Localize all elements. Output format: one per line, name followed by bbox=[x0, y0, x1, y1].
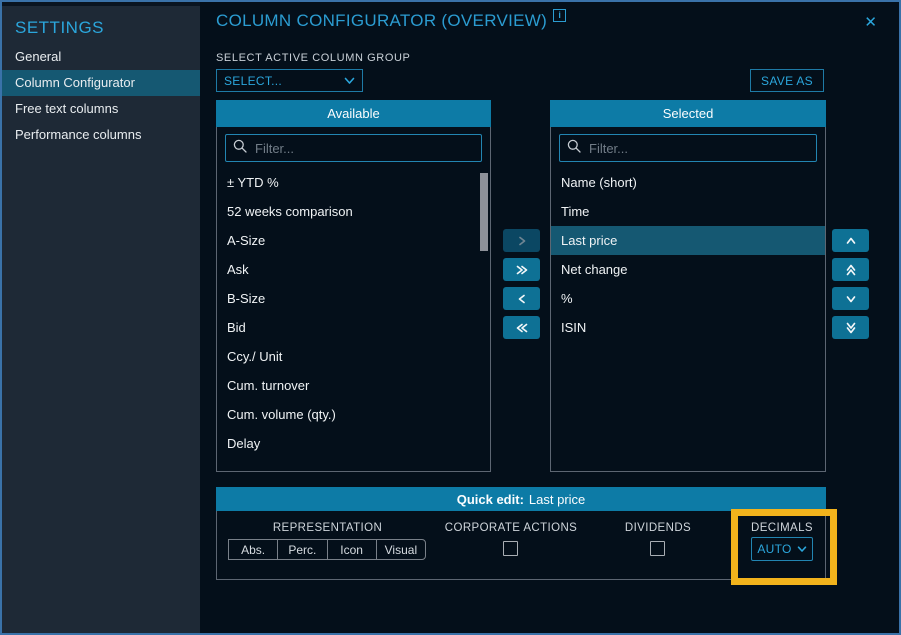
move-down-button[interactable] bbox=[832, 287, 869, 310]
double-chevron-down-icon bbox=[844, 322, 858, 334]
list-item[interactable]: ISIN bbox=[551, 313, 825, 342]
transfer-buttons bbox=[503, 229, 540, 339]
reorder-buttons bbox=[832, 229, 869, 339]
sidebar-item[interactable]: Performance columns bbox=[0, 122, 200, 148]
close-icon[interactable]: ✕ bbox=[864, 13, 877, 31]
quick-edit-body: REPRESENTATION Abs.Perc.IconVisual CORPO… bbox=[216, 511, 826, 580]
settings-dialog: SETTINGS GeneralColumn ConfiguratorFree … bbox=[0, 0, 901, 635]
dividends-label: DIVIDENDS bbox=[578, 522, 738, 534]
main-panel: COLUMN CONFIGURATOR (OVERVIEW) i ✕ SELEC… bbox=[200, 0, 901, 635]
representation-option-button[interactable]: Icon bbox=[327, 539, 377, 560]
list-item[interactable]: Net change bbox=[551, 255, 825, 284]
list-item[interactable]: B-Size bbox=[217, 284, 490, 313]
available-list: ± YTD %52 weeks comparisonA-SizeAskB-Siz… bbox=[217, 168, 490, 471]
search-icon bbox=[567, 139, 587, 158]
representation-option-button[interactable]: Abs. bbox=[228, 539, 278, 560]
chevron-left-icon bbox=[516, 293, 528, 305]
move-left-button[interactable] bbox=[503, 287, 540, 310]
dividends-checkbox[interactable] bbox=[650, 541, 665, 556]
corporate-actions-group: CORPORATE ACTIONS bbox=[431, 511, 591, 579]
info-icon[interactable]: i bbox=[553, 9, 566, 22]
list-item[interactable]: Delay bbox=[217, 429, 490, 458]
chevron-down-icon bbox=[845, 293, 857, 305]
double-chevron-left-icon bbox=[515, 322, 529, 334]
list-item[interactable]: Cum. turnover bbox=[217, 371, 490, 400]
list-item[interactable]: ± YTD % bbox=[217, 168, 490, 197]
sidebar-title: SETTINGS bbox=[15, 18, 104, 38]
scrollbar-thumb[interactable] bbox=[480, 173, 488, 251]
quick-edit-item-name: Last price bbox=[529, 492, 585, 507]
representation-label: REPRESENTATION bbox=[229, 522, 426, 534]
decimals-select[interactable]: AUTO bbox=[751, 537, 813, 561]
list-item[interactable]: Last price bbox=[551, 226, 825, 255]
selected-filter-input[interactable] bbox=[587, 140, 809, 157]
representation-group: REPRESENTATION Abs.Perc.IconVisual bbox=[229, 511, 426, 579]
decimals-group: DECIMALS AUTO bbox=[722, 511, 842, 579]
double-chevron-up-icon bbox=[844, 264, 858, 276]
active-column-group-label: SELECT ACTIVE COLUMN GROUP bbox=[216, 52, 411, 64]
chevron-down-icon bbox=[797, 540, 807, 558]
available-filter-box bbox=[225, 134, 482, 162]
move-up-button[interactable] bbox=[832, 229, 869, 252]
sidebar-item[interactable]: Column Configurator bbox=[0, 70, 200, 96]
decimals-value: AUTO bbox=[757, 542, 791, 556]
move-all-right-button[interactable] bbox=[503, 258, 540, 281]
list-item[interactable]: 52 weeks comparison bbox=[217, 197, 490, 226]
move-bottom-button[interactable] bbox=[832, 316, 869, 339]
corporate-actions-label: CORPORATE ACTIONS bbox=[431, 522, 591, 534]
chevron-down-icon bbox=[344, 72, 355, 90]
move-all-left-button[interactable] bbox=[503, 316, 540, 339]
dialog-title-row: COLUMN CONFIGURATOR (OVERVIEW) i bbox=[216, 11, 566, 31]
representation-option-button[interactable]: Perc. bbox=[277, 539, 327, 560]
list-item[interactable]: Cum. volume (qty.) bbox=[217, 400, 490, 429]
chevron-right-icon bbox=[516, 235, 528, 247]
list-item[interactable]: Ask bbox=[217, 255, 490, 284]
list-item[interactable]: Name (short) bbox=[551, 168, 825, 197]
column-group-select-value: SELECT... bbox=[224, 74, 282, 88]
sidebar-item[interactable]: Free text columns bbox=[0, 96, 200, 122]
selected-panel-header: Selected bbox=[550, 100, 826, 127]
double-chevron-right-icon bbox=[515, 264, 529, 276]
sidebar-nav: GeneralColumn ConfiguratorFree text colu… bbox=[0, 44, 200, 148]
decimals-label: DECIMALS bbox=[722, 522, 842, 534]
available-filter-input[interactable] bbox=[253, 140, 474, 157]
dividends-group: DIVIDENDS bbox=[578, 511, 738, 579]
selected-panel: Selected Name (short)TimeLast priceNet c… bbox=[550, 100, 826, 472]
search-icon bbox=[233, 139, 253, 158]
available-panel-header: Available bbox=[216, 100, 491, 127]
quick-edit-header: Quick edit: Last price bbox=[216, 487, 826, 511]
list-item[interactable]: A-Size bbox=[217, 226, 490, 255]
move-right-button[interactable] bbox=[503, 229, 540, 252]
sidebar-item[interactable]: General bbox=[0, 44, 200, 70]
corporate-actions-checkbox[interactable] bbox=[503, 541, 518, 556]
save-as-button[interactable]: SAVE AS bbox=[750, 69, 824, 92]
quick-edit-title: Quick edit: bbox=[457, 492, 524, 507]
list-item[interactable]: Time bbox=[551, 197, 825, 226]
selected-filter-box bbox=[559, 134, 817, 162]
selected-list: Name (short)TimeLast priceNet change%ISI… bbox=[551, 168, 825, 471]
representation-option-button[interactable]: Visual bbox=[376, 539, 426, 560]
move-top-button[interactable] bbox=[832, 258, 869, 281]
list-item[interactable]: Ccy./ Unit bbox=[217, 342, 490, 371]
column-group-select[interactable]: SELECT... bbox=[216, 69, 363, 92]
page-title: COLUMN CONFIGURATOR (OVERVIEW) bbox=[216, 11, 547, 31]
available-panel: Available ± YTD %52 weeks comparisonA-Si… bbox=[216, 100, 491, 472]
chevron-up-icon bbox=[845, 235, 857, 247]
sidebar: SETTINGS GeneralColumn ConfiguratorFree … bbox=[0, 6, 200, 635]
list-item[interactable]: % bbox=[551, 284, 825, 313]
representation-segments: Abs.Perc.IconVisual bbox=[229, 539, 426, 560]
list-item[interactable]: Bid bbox=[217, 313, 490, 342]
